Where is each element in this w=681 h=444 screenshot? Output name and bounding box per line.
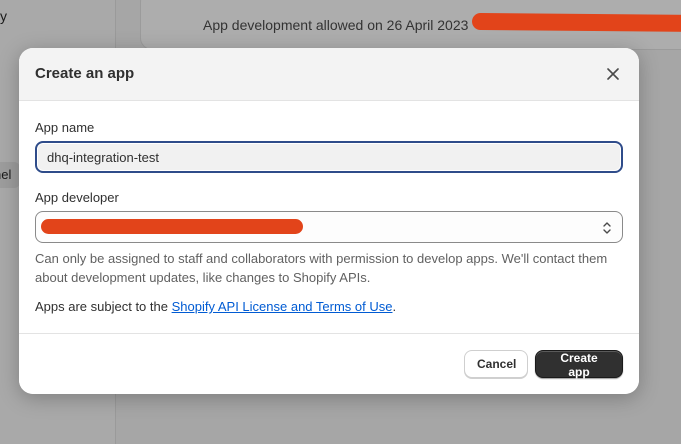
redaction-mark — [471, 12, 681, 33]
select-chevron-icon — [603, 222, 611, 234]
app-name-label: App name — [35, 120, 95, 135]
redaction-mark — [41, 219, 303, 234]
background-sidebar-text: y — [0, 8, 7, 24]
app-developer-select[interactable] — [35, 211, 623, 243]
modal-header: Create an app — [19, 48, 639, 101]
background-sidebar-item: nel — [0, 162, 20, 188]
app-developer-help-text: Can only be assigned to staff and collab… — [35, 251, 608, 285]
close-button[interactable] — [603, 64, 623, 84]
cancel-button[interactable]: Cancel — [464, 350, 528, 378]
terms-link[interactable]: Shopify API License and Terms of Use — [172, 299, 393, 314]
create-app-button[interactable]: Create app — [535, 350, 623, 379]
terms-suffix: . — [392, 299, 397, 314]
modal-body: App name App developer Can only be assig… — [19, 101, 639, 314]
app-name-input[interactable] — [35, 141, 623, 173]
create-app-modal: Create an app App name App developer Can… — [19, 48, 639, 394]
close-icon — [607, 68, 619, 80]
modal-footer: Cancel Create app — [19, 333, 639, 394]
modal-title: Create an app — [35, 65, 135, 82]
app-developer-label: App developer — [35, 190, 119, 205]
terms-prefix: Apps are subject to the — [35, 299, 172, 314]
terms-notice: Apps are subject to the Shopify API Lice… — [35, 299, 623, 314]
background-notice-text: App development allowed on 26 April 2023 — [203, 17, 469, 33]
